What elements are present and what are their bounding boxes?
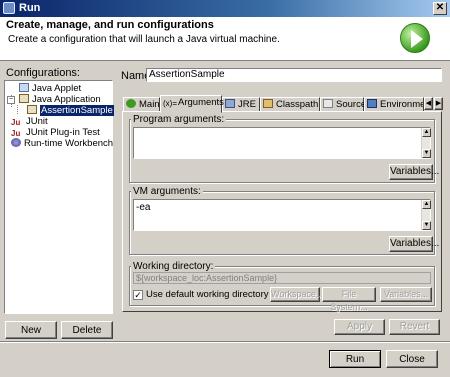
collapse-icon[interactable]: − (7, 96, 15, 104)
tree-item-junit-plugin[interactable]: Ju JUnit Plug-in Test (11, 127, 100, 138)
program-variables-button[interactable]: Variables... (389, 164, 439, 180)
main-icon (126, 99, 136, 108)
tab-scroll-left-button[interactable]: ◀ (424, 97, 433, 110)
java-app-icon (19, 94, 29, 103)
eclipse-icon (3, 2, 15, 14)
arguments-icon: (x)= (163, 99, 177, 108)
vm-arguments-label: VM arguments: (131, 186, 203, 197)
tab-jre[interactable]: JRE (222, 97, 260, 112)
scroll-down-icon[interactable]: ▼ (422, 221, 431, 230)
apply-button[interactable]: Apply (334, 319, 385, 335)
tree-item-java-application[interactable]: Java Application (19, 94, 101, 105)
tab-arguments[interactable]: (x)=Arguments (160, 95, 224, 113)
tree-item-assertionsample[interactable]: AssertionSample (27, 105, 114, 116)
junit-icon: Ju (11, 118, 21, 127)
window-title: Run (19, 2, 41, 14)
program-arguments-label: Program arguments: (131, 114, 227, 125)
vm-variables-button[interactable]: Variables... (389, 236, 439, 252)
tree-item-java-applet[interactable]: Java Applet (19, 83, 81, 94)
arguments-panel: Program arguments: ▲ ▼ Variables... VM a… (122, 111, 442, 312)
jre-icon (225, 99, 235, 108)
tab-environment[interactable]: Environment (364, 97, 424, 112)
file-system-button[interactable]: File System... (322, 287, 376, 312)
header-banner: Create, manage, and run configurations C… (0, 17, 450, 61)
header-title: Create, manage, and run configurations (6, 19, 214, 31)
tab-source[interactable]: Source (320, 97, 366, 112)
program-arguments-scrollbar[interactable]: ▲ ▼ (421, 128, 431, 158)
configurations-tree[interactable]: Java Applet − Java Application Assertion… (4, 80, 114, 314)
title-bar: Run ✕ (0, 0, 450, 17)
working-directory-label: Working directory: (131, 261, 216, 272)
workspace-button[interactable]: Workspace... (270, 287, 323, 302)
applet-icon (19, 83, 29, 92)
scroll-down-icon[interactable]: ▼ (422, 149, 431, 158)
use-default-label: Use default working directory (146, 289, 269, 300)
close-button[interactable]: Close (386, 350, 438, 368)
workbench-icon (11, 138, 21, 147)
program-arguments-field[interactable] (133, 127, 431, 159)
vm-arguments-scrollbar[interactable]: ▲ ▼ (421, 200, 431, 230)
name-field[interactable]: AssertionSample (146, 68, 442, 82)
tab-scroll-right-button[interactable]: ▶ (434, 97, 443, 110)
header-subtitle: Create a configuration that will launch … (8, 34, 280, 45)
delete-button[interactable]: Delete (61, 321, 113, 339)
junit-plugin-icon: Ju (11, 129, 21, 138)
classpath-icon (263, 99, 273, 108)
environment-icon (367, 99, 377, 108)
use-default-checkbox[interactable]: ✓ (133, 290, 143, 300)
close-window-button[interactable]: ✕ (433, 2, 447, 15)
scroll-up-icon[interactable]: ▲ (422, 200, 431, 209)
tree-item-junit[interactable]: Ju JUnit (11, 116, 48, 127)
configurations-label: Configurations: (6, 67, 80, 79)
java-app-icon (27, 105, 37, 114)
working-variables-button[interactable]: Variables... (380, 287, 432, 302)
revert-button[interactable]: Revert (389, 319, 440, 335)
source-icon (323, 99, 333, 108)
working-directory-field[interactable]: ${workspace_loc:AssertionSample} (133, 272, 431, 284)
tab-classpath[interactable]: Classpath (260, 97, 320, 112)
scroll-up-icon[interactable]: ▲ (422, 128, 431, 137)
vm-arguments-field[interactable]: -ea (133, 199, 431, 231)
tree-item-runtime-workbench[interactable]: Run-time Workbench (11, 138, 113, 149)
new-button[interactable]: New (5, 321, 57, 339)
tab-main[interactable]: Main (123, 97, 160, 112)
run-button[interactable]: Run (329, 350, 381, 368)
run-large-icon (400, 23, 430, 53)
footer-separator (0, 341, 450, 343)
